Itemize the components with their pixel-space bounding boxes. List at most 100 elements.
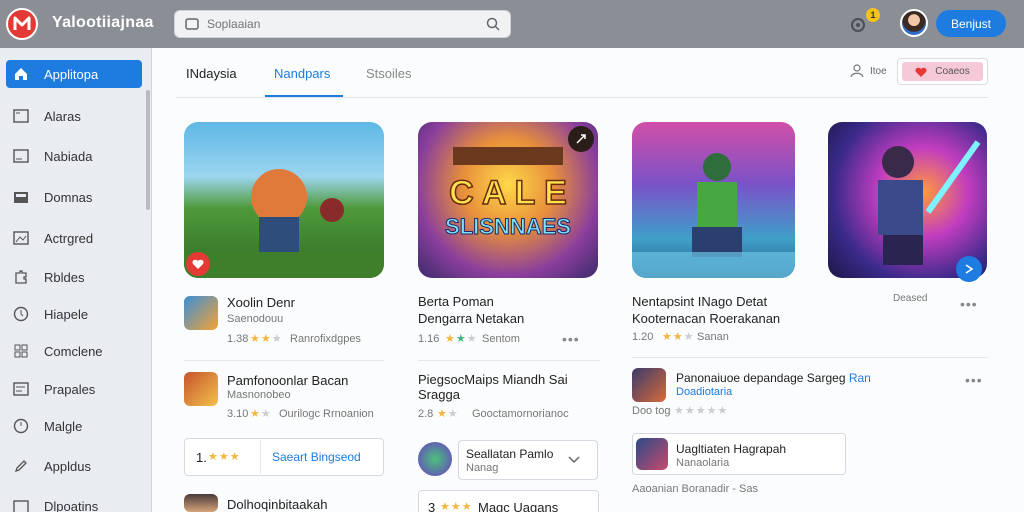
download-icon [12, 497, 30, 512]
app-icon[interactable] [184, 494, 218, 512]
signin-button[interactable]: Benjust [936, 10, 1006, 37]
sidebar-scrollbar[interactable] [146, 90, 150, 210]
m-logo-icon [13, 16, 31, 30]
card-rating: 1.38 [227, 333, 249, 345]
tab-nandpars[interactable]: Nandpars [274, 66, 330, 81]
sidebar-item-label: Hiapele [44, 306, 89, 322]
list-title[interactable]: Magc Uagans [478, 500, 558, 512]
magnifier-icon[interactable] [486, 17, 500, 31]
sidebar-item-label: Malgle [44, 418, 83, 434]
action-button-wrap: Coaeos [897, 58, 988, 85]
list-title-text: Panonaiuoe depandage Sargeg [676, 371, 846, 385]
card-label: Deased [893, 293, 928, 304]
sidebar-item-malgle[interactable]: Malgle [6, 412, 142, 440]
image-icon [12, 229, 30, 247]
divider [260, 440, 261, 474]
sidebar-item-label: Actrgred [44, 230, 94, 246]
heart-icon [915, 67, 927, 77]
app-icon[interactable] [184, 296, 218, 330]
filter-label[interactable]: Itoe [870, 66, 887, 77]
favorite-badge[interactable] [186, 252, 210, 276]
search-input[interactable] [207, 17, 486, 31]
list-meta: Gooctamornorianoc [472, 408, 569, 420]
card-title[interactable]: Nentapsint INago Detat [632, 294, 767, 309]
more-options-icon[interactable]: ••• [960, 296, 978, 312]
app-icon [636, 438, 668, 470]
home-icon [12, 65, 30, 83]
sidebar-item-actrgred[interactable]: Actrgred [6, 224, 142, 252]
card-meta: Sentom [482, 333, 520, 345]
card-title[interactable]: Berta Poman [418, 294, 494, 309]
arrow-icon [965, 264, 974, 274]
card-rating: 1.16 [418, 333, 440, 345]
rating-stars: ★★★ [445, 333, 478, 345]
dropdown-subtitle: Nanag [466, 462, 499, 474]
sidebar-item-label: Rbldes [44, 269, 85, 285]
divider [184, 360, 384, 361]
chevron-down-icon[interactable] [568, 456, 580, 464]
card-meta: Ranrofixdgpes [290, 333, 361, 345]
search-bar[interactable] [174, 10, 511, 38]
svg-text:C A L E: C A L E [449, 174, 567, 212]
card-subtitle: Saenodouu [227, 313, 284, 325]
list-title[interactable]: Dolhoqinbitaakah [227, 497, 327, 512]
tab-indaysia[interactable]: INdaysia [186, 66, 237, 81]
rating-stars: ★★ [250, 408, 272, 420]
sidebar-item-dlpoatins[interactable]: Dlpoatins [6, 492, 142, 512]
search-button[interactable]: Saeart Bingseod [272, 450, 361, 464]
tab-stsoiles[interactable]: Stsoiles [366, 66, 412, 81]
more-options-icon[interactable]: ••• [562, 331, 580, 347]
game-thumbnail[interactable] [184, 122, 384, 278]
rating-value: 3 [428, 500, 436, 512]
sidebar-item-rbldes[interactable]: Rbldes [6, 263, 142, 291]
sidebar-item-prapales[interactable]: Prapales [6, 375, 142, 403]
list-subtitle[interactable]: Doadiotaria [676, 386, 732, 398]
action-button-label: Coaeos [935, 66, 970, 77]
rating-stars: ★★★ [662, 331, 695, 343]
expand-badge[interactable] [568, 126, 594, 152]
folder-icon [12, 188, 30, 206]
rating-value: 1. [196, 450, 207, 465]
list-title[interactable]: PiegsocMaips Miandh Sai [418, 372, 568, 387]
expand-icon [576, 134, 586, 144]
list-subtitle: Masnonobeo [227, 389, 291, 401]
sidebar-item-applitopa[interactable]: Applitopa [6, 60, 142, 88]
rating-stars: ★★ [437, 408, 459, 420]
user-avatar[interactable] [900, 9, 928, 37]
action-button[interactable]: Coaeos [902, 62, 983, 81]
tabs-divider [176, 97, 988, 98]
sidebar-item-appldus[interactable]: Appldus [6, 452, 142, 480]
sidebar-item-label: Applitopa [44, 66, 99, 82]
game-thumbnail[interactable] [632, 122, 795, 278]
divider [418, 360, 600, 361]
list-title-link[interactable]: Ran [849, 371, 871, 385]
card-subtitle: Dengarra Netakan [418, 311, 525, 326]
game-thumbnail[interactable] [828, 122, 987, 278]
more-options-icon[interactable]: ••• [965, 372, 983, 388]
card-meta: Sanan [697, 331, 729, 343]
app-logo[interactable] [6, 8, 38, 40]
list-title[interactable]: Pamfonoonlar Bacan [227, 373, 348, 388]
rating-stars: ★★★ [250, 333, 283, 345]
app-icon[interactable] [184, 372, 218, 406]
play-badge[interactable] [956, 256, 982, 282]
search-icon [185, 18, 199, 30]
sidebar-item-label: Domnas [44, 189, 93, 205]
dropdown-title: Seallatan Pamlo [466, 447, 554, 461]
app-icon[interactable] [418, 442, 452, 476]
sidebar-item-label: Dlpoatins [44, 498, 99, 512]
pen-icon [12, 457, 30, 475]
sidebar-item-domnas[interactable]: Domnas [6, 183, 142, 211]
sidebar-item-label: Prapales [44, 381, 96, 397]
list-title[interactable]: Panonaiuoe depandage Sargeg Ran [676, 371, 871, 385]
app-card-title: Uagltiaten Hagrapah [676, 442, 787, 456]
card-title[interactable]: Xoolin Denr [227, 295, 295, 310]
app-card-subtitle: Nanaolaria [676, 457, 730, 469]
sidebar-item-alaras[interactable]: Alaras [6, 102, 142, 130]
app-icon[interactable] [632, 368, 666, 402]
sidebar-item-hiapele[interactable]: Hiapele [6, 300, 142, 328]
footer-meta: Aaoanian Boranadir - Sas [632, 483, 758, 495]
user-icon[interactable] [850, 64, 864, 78]
sidebar-item-comclene[interactable]: Comclene [6, 337, 142, 365]
sidebar-item-nabiada[interactable]: Nabiada [6, 142, 142, 170]
